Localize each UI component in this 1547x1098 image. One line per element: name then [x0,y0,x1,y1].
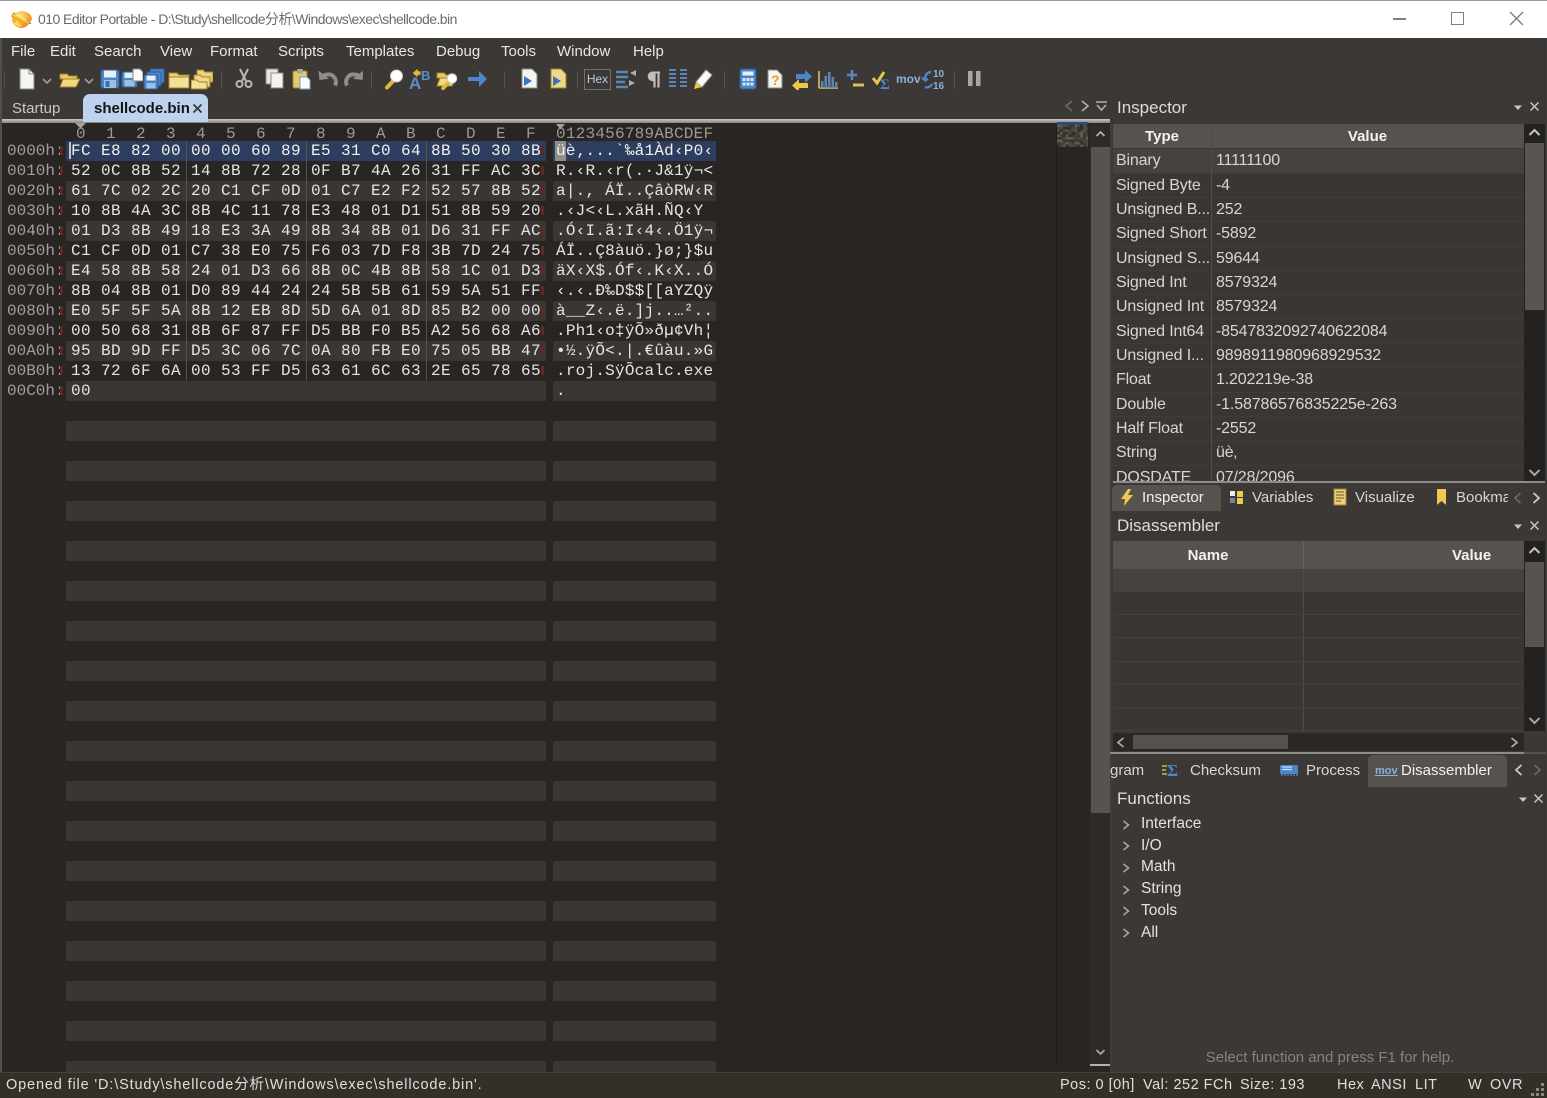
svg-text:Σ: Σ [880,77,890,90]
svg-text:B: B [421,68,430,83]
svg-text:?: ? [771,72,780,88]
svg-text:10: 10 [933,69,945,80]
svg-text:mov: mov [896,72,921,86]
svg-text:16: 16 [933,81,945,90]
svg-text:A: A [409,74,421,90]
